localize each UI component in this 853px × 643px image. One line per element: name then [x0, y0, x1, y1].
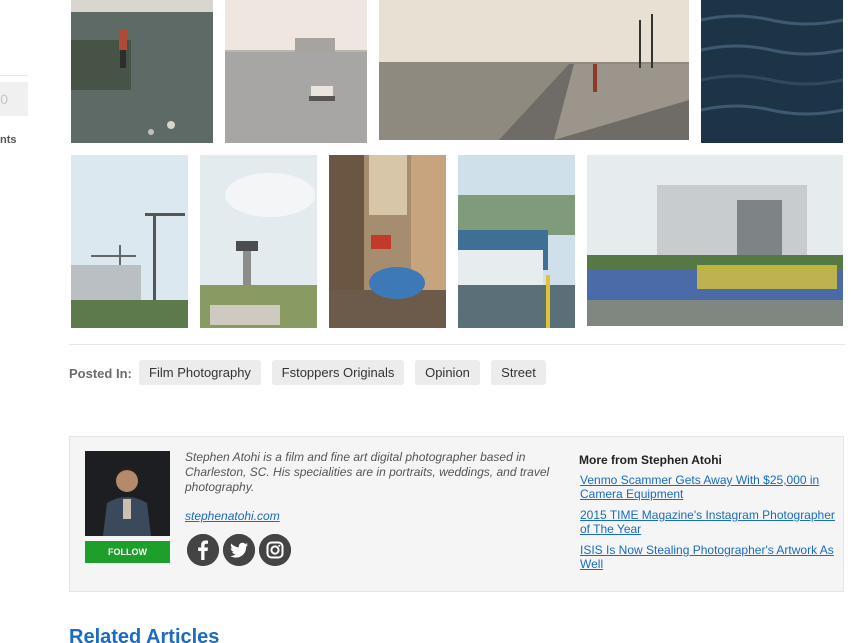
- photo-shoreline-fisherman[interactable]: [71, 0, 213, 143]
- author-bio: Stephen Atohi is a film and fine art dig…: [185, 450, 550, 494]
- more-link-time-instagram[interactable]: 2015 TIME Magazine's Instagram Photograp…: [580, 508, 835, 536]
- avatar[interactable]: [85, 451, 170, 536]
- sidebar-divider: [0, 75, 28, 76]
- photo-classic-cars[interactable]: [458, 155, 575, 328]
- photo-construction-cranes[interactable]: [71, 155, 188, 328]
- photo-harbor-boat[interactable]: [225, 0, 367, 143]
- more-link-venmo[interactable]: Venmo Scammer Gets Away With $25,000 in …: [580, 473, 835, 501]
- comment-count: 0: [0, 91, 8, 107]
- instagram-icon[interactable]: [259, 534, 291, 566]
- photo-revolution-square[interactable]: [587, 155, 843, 326]
- tag-street[interactable]: Street: [491, 360, 546, 385]
- tag-fstoppers-originals[interactable]: Fstoppers Originals: [272, 360, 404, 385]
- facebook-icon[interactable]: [187, 534, 219, 566]
- more-from-author-title: More from Stephen Atohi: [579, 453, 722, 467]
- sidebar-label: nts: [0, 134, 17, 146]
- twitter-icon[interactable]: [223, 534, 255, 566]
- section-divider: [69, 344, 845, 345]
- photo-dark-water[interactable]: [701, 0, 843, 143]
- photo-street-vw-beetle[interactable]: [329, 155, 446, 328]
- photo-control-tower[interactable]: [200, 155, 317, 328]
- follow-button[interactable]: FOLLOW: [85, 541, 170, 563]
- more-link-isis-artwork[interactable]: ISIS Is Now Stealing Photographer's Artw…: [580, 543, 835, 571]
- author-website-link[interactable]: stephenatohi.com: [185, 509, 280, 523]
- photo-malecon-seawall[interactable]: [379, 0, 689, 140]
- related-articles-heading: Related Articles: [69, 626, 220, 643]
- tag-film-photography[interactable]: Film Photography: [139, 360, 261, 385]
- tag-opinion[interactable]: Opinion: [415, 360, 480, 385]
- posted-in-label: Posted In:: [69, 366, 132, 381]
- comment-count-box[interactable]: 0: [0, 82, 28, 116]
